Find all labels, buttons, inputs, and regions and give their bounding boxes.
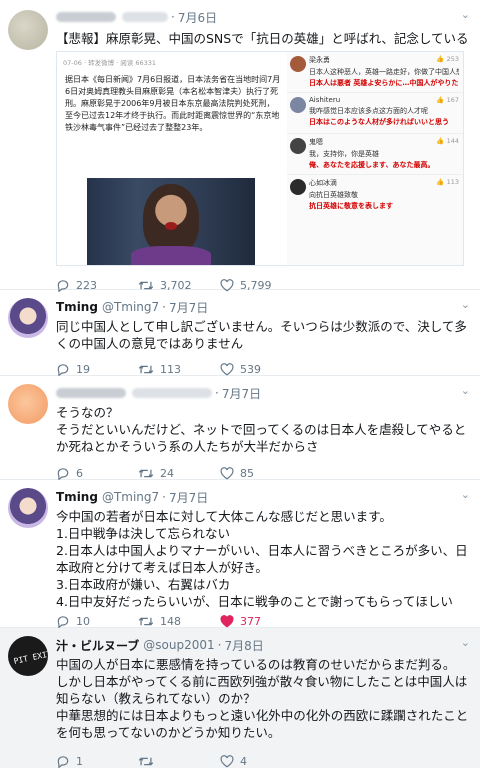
avatar[interactable] [8, 488, 48, 528]
like-count: 👍 144 [436, 137, 459, 145]
avatar[interactable] [8, 384, 48, 424]
reply-button[interactable]: 19 [56, 363, 138, 376]
like-count: 👍 167 [436, 96, 459, 104]
tweet: Tming @Tming7 · 7月7日 ⌄ 今中国の若者が日本に対して大体こん… [0, 480, 480, 628]
comment-item: 鬼嗯 👍 144 我，支持你，你是英雄 俺、あなたを応援します、あなた最高。 [287, 134, 463, 175]
user-handle[interactable]: @soup2001 [143, 638, 214, 652]
tweet-date[interactable]: 7月7日 [169, 489, 208, 506]
like-button[interactable]: 377 [220, 615, 302, 628]
user-handle[interactable]: @Tming7 [102, 490, 159, 504]
retweet-count: 113 [160, 362, 181, 376]
comment-item: 梁永勇 👍 253 日本人这种恶人，英雄一路走好，你做了中国人想做的事情，太给力… [287, 52, 463, 93]
like-icon [220, 614, 234, 627]
avatar [290, 138, 306, 154]
chevron-down-icon[interactable]: ⌄ [461, 8, 470, 21]
blurred-user-name[interactable] [56, 12, 116, 22]
weibo-comments: 梁永勇 👍 253 日本人这种恶人，英雄一路走好，你做了中国人想做的事情，太给力… [287, 52, 463, 265]
tweet-text: そうなの？ そうだといいんだけど、ネットで回ってくるのは日本人を虐殺してやるとか… [56, 405, 467, 454]
chevron-down-icon[interactable]: ⌄ [461, 488, 470, 501]
reply-count: 6 [76, 466, 83, 480]
reply-icon [57, 755, 69, 768]
like-count: 85 [240, 466, 254, 480]
reply-button[interactable]: 10 [56, 615, 138, 628]
embedded-image[interactable]: 07-06 · 转发微博 · 阅读 66331 据日本《每日新闻》7月6日报道，… [56, 51, 464, 266]
reply-button[interactable]: 1 [56, 755, 138, 768]
blurred-user-name[interactable] [56, 388, 126, 398]
avatar [290, 179, 306, 195]
retweet-icon [138, 617, 154, 625]
weibo-meta: 07-06 · 转发微博 · 阅读 66331 [63, 59, 157, 67]
reply-icon [57, 363, 69, 376]
retweet-count: 24 [160, 466, 174, 480]
reply-count: 19 [76, 362, 90, 376]
blurred-user-handle[interactable] [122, 12, 168, 22]
pit-exit-logo: PIT EXIT [13, 649, 48, 666]
retweet-icon [138, 469, 154, 477]
tweet-text: 【悲報】麻原彰晃、中国のSNSで「抗日の英雄」と呼ばれ、記念している [56, 31, 469, 46]
tweet-actions: 1 4 [56, 748, 470, 768]
retweet-button[interactable]: 113 [138, 363, 220, 376]
weibo-article-text: 据日本《每日新闻》7月6日报道，日本法务省在当地时间7月6日对奥姆真理教头目麻原… [65, 75, 281, 132]
tweet: PIT EXIT 汁・ビルヌーブ @soup2001 · 7月8日 ⌄ 中国の人… [0, 628, 480, 768]
avatar[interactable] [8, 298, 48, 338]
comment-item: Aishiteru 👍 167 我咋感觉日本应该多点这方面的人才呢 日本はこのよ… [287, 93, 463, 134]
like-icon [220, 466, 234, 479]
comment-item: 心如冰滴 👍 113 向抗日英雄致敬 抗日英雄に敬意を表します [287, 175, 463, 216]
avatar [290, 56, 306, 72]
retweet-button[interactable]: 24 [138, 467, 220, 480]
chevron-down-icon[interactable]: ⌄ [461, 298, 470, 311]
avatar[interactable] [8, 10, 48, 50]
retweet-button[interactable]: 148 [138, 615, 220, 628]
like-count: 👍 253 [436, 55, 459, 63]
tweet-text: 今中国の若者が日本に対して大体こんな感じだと思います。 1.日中戦争は決して忘ら… [56, 509, 468, 609]
retweet-button[interactable] [138, 755, 220, 768]
reply-button[interactable]: 6 [56, 467, 138, 480]
svg-text:PIT EXIT: PIT EXIT [13, 649, 48, 666]
reply-icon [57, 467, 69, 480]
tweet: · 7月7日 ⌄ そうなの？ そうだといいんだけど、ネットで回ってくるのは日本人… [0, 376, 480, 480]
like-icon [220, 754, 234, 767]
reply-count: 10 [76, 614, 90, 628]
reply-count: 1 [76, 754, 83, 768]
like-button[interactable]: 4 [220, 755, 302, 768]
retweet-icon [138, 757, 154, 765]
tweet-text: 同じ中国人として申し訳ございません。そいつらは少数派ので、決して多くの中国人の意… [56, 319, 467, 351]
tweet-date[interactable]: 7月7日 [169, 299, 208, 316]
user-name[interactable]: Tming [56, 490, 98, 504]
retweet-icon [138, 365, 154, 373]
like-count: 377 [240, 614, 261, 628]
like-count: 539 [240, 362, 261, 376]
tweet-text: 中国の人が日本に悪感情を持っているのは教育のせいだからまだ判る。 しかし日本がや… [56, 657, 469, 740]
user-name[interactable]: 汁・ビルヌーブ [56, 637, 139, 654]
tweet: Tming @Tming7 · 7月7日 ⌄ 同じ中国人として申し訳ございません… [0, 290, 480, 376]
tweet-date[interactable]: 7月8日 [224, 637, 263, 654]
avatar [290, 97, 306, 113]
user-name[interactable]: Tming [56, 300, 98, 314]
like-button[interactable]: 539 [220, 363, 302, 376]
like-count: 👍 113 [436, 178, 459, 186]
retweet-count: 148 [160, 614, 181, 628]
like-count: 4 [240, 754, 247, 768]
tweet-date[interactable]: 7月7日 [222, 385, 261, 402]
like-button[interactable]: 85 [220, 467, 302, 480]
chevron-down-icon[interactable]: ⌄ [461, 384, 470, 397]
portrait-photo [87, 178, 255, 265]
user-handle[interactable]: @Tming7 [102, 300, 159, 314]
weibo-post: 07-06 · 转发微博 · 阅读 66331 据日本《每日新闻》7月6日报道，… [57, 52, 285, 265]
blurred-user-handle[interactable] [132, 388, 212, 398]
chevron-down-icon[interactable]: ⌄ [461, 636, 470, 649]
like-icon [220, 362, 234, 375]
tweet: · 7月6日 ⌄ 【悲報】麻原彰晃、中国のSNSで「抗日の英雄」と呼ばれ、記念し… [0, 0, 480, 292]
tweet-date[interactable]: 7月6日 [178, 9, 217, 26]
avatar[interactable]: PIT EXIT [8, 636, 48, 676]
reply-icon [57, 615, 69, 628]
